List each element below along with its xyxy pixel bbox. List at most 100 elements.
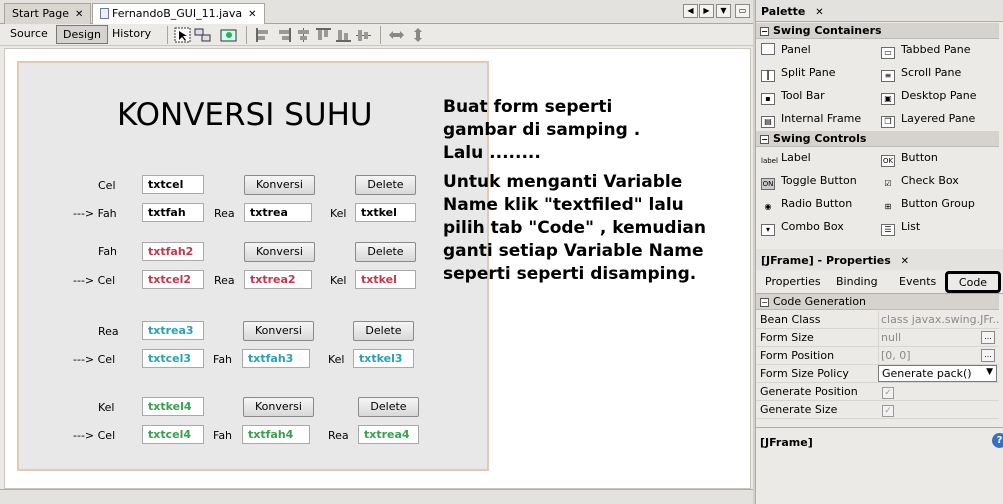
txtfah2-field[interactable]: txtfah2 [142,242,204,261]
property-row-form-position[interactable]: Form Position [0, 0]... [756,347,999,365]
help-icon[interactable]: ? [992,433,1003,448]
palette-item-combo-box[interactable]: ▾ Combo Box [761,220,844,236]
palette-item-tool-bar[interactable]: ▪ Tool Bar [761,89,825,105]
tab-start-page[interactable]: Start Page ✕ [4,3,92,24]
property-row-generate-position[interactable]: Generate Position ✓ [756,383,999,401]
palette-item-layered-pane[interactable]: ❐ Layered Pane [881,112,975,128]
palette-item-tabbed-pane[interactable]: ▭ Tabbed Pane [881,43,970,59]
palette-item-split-pane[interactable]: ┃ Split Pane [761,66,836,82]
txtfah3-field[interactable]: txtfah3 [242,349,310,368]
palette-item-scroll-pane[interactable]: ≡ Scroll Pane [881,66,961,82]
palette-item-desktop-pane[interactable]: ▣ Desktop Pane [881,89,976,105]
center-vertically-icon[interactable] [355,27,372,43]
align-right-icon[interactable] [275,27,292,43]
label-fah[interactable]: Fah [213,429,232,442]
palette-item-button-group[interactable]: ⊞ Button Group [881,197,975,214]
property-row-generate-size[interactable]: Generate Size ✓ [756,401,999,419]
tab-properties[interactable]: Properties [765,275,821,288]
txtcel4-field[interactable]: txtcel4 [142,425,204,444]
txtfah-field[interactable]: txtfah [142,203,204,222]
property-row-bean-class[interactable]: Bean Class class javax.swing.JFr... [756,311,999,329]
txtrea3-field[interactable]: txtrea3 [142,321,204,340]
label-cel-arrow[interactable]: ---> Cel [73,353,115,366]
label-rea[interactable]: Rea [98,325,119,338]
label-rea[interactable]: Rea [328,429,349,442]
tab-code[interactable]: Code [945,271,1001,293]
scroll-left-icon[interactable]: ◀ [683,4,698,18]
history-button[interactable]: History [106,25,157,44]
palette-item-label-control[interactable]: label Label [761,151,811,168]
collapse-icon[interactable]: − [760,135,769,144]
ellipsis-button[interactable]: ... [981,349,995,362]
close-icon[interactable]: ✕ [815,7,823,18]
label-fah[interactable]: Fah [213,353,232,366]
delete-button-2[interactable]: Delete [355,242,416,262]
label-fah[interactable]: Fah [98,245,117,258]
source-button[interactable]: Source [4,25,54,44]
delete-button-1[interactable]: Delete [355,175,416,195]
palette-item-internal-frame[interactable]: ▤ Internal Frame [761,112,861,128]
palette-item-toggle-button[interactable]: ON Toggle Button [761,174,857,190]
delete-button-4[interactable]: Delete [358,397,419,417]
txtcel-field[interactable]: txtcel [142,175,204,194]
txtkel3-field[interactable]: txtkel3 [353,349,414,368]
preview-design-icon[interactable] [220,27,237,43]
align-bottom-icon[interactable] [335,27,352,43]
form-title[interactable]: KONVERSI SUHU [117,97,373,133]
label-kel[interactable]: Kel [98,401,115,414]
resize-vertical-icon[interactable] [410,27,427,43]
selection-mode-icon[interactable] [174,27,191,43]
collapse-icon[interactable]: − [760,298,769,307]
chevron-down-icon[interactable]: ▼ [986,367,993,377]
txtrea-field[interactable]: txtrea [244,203,312,222]
delete-button-3[interactable]: Delete [353,321,414,341]
label-kel[interactable]: Kel [328,353,345,366]
jframe-form[interactable]: KONVERSI SUHU Cel txtcel Konversi Delete… [17,61,489,471]
txtfah4-field[interactable]: txtfah4 [242,425,310,444]
tab-fernandob-gui[interactable]: FernandoB_GUI_11.java ✕ [92,3,265,25]
generate-size-checkbox[interactable]: ✓ [882,405,894,417]
property-row-form-size[interactable]: Form Size null... [756,329,999,347]
konversi-button-4[interactable]: Konversi [243,397,314,417]
label-cel[interactable]: Cel [98,179,116,192]
txtcel3-field[interactable]: txtcel3 [142,349,204,368]
swing-controls-header[interactable]: − Swing Controls [756,131,999,147]
chevron-down-icon[interactable]: ▼ [716,4,731,18]
tab-events[interactable]: Events [899,275,936,288]
konversi-button-2[interactable]: Konversi [244,242,315,262]
txtrea4-field[interactable]: txtrea4 [358,425,419,444]
generate-position-checkbox[interactable]: ✓ [882,387,894,399]
label-rea[interactable]: Rea [214,274,235,287]
connection-mode-icon[interactable] [194,27,211,43]
txtkel-field[interactable]: txtkel [355,203,416,222]
label-cel-arrow[interactable]: ---> Cel [73,429,115,442]
txtcel2-field[interactable]: txtcel2 [142,270,204,289]
close-icon[interactable]: ✕ [75,9,83,20]
txtkel4-field[interactable]: txtkel4 [142,397,204,416]
align-left-icon[interactable] [255,27,272,43]
palette-item-check-box[interactable]: ☑ Check Box [881,174,958,191]
palette-item-button[interactable]: OK Button [881,151,938,167]
collapse-icon[interactable]: − [760,27,769,36]
tab-binding[interactable]: Binding [836,275,878,288]
label-cel-arrow[interactable]: ---> Cel [73,274,115,287]
align-top-icon[interactable] [315,27,332,43]
label-rea[interactable]: Rea [214,207,235,220]
label-kel[interactable]: Kel [330,207,347,220]
maximize-icon[interactable]: ▭ [735,4,750,18]
close-icon[interactable]: ✕ [248,9,256,20]
konversi-button-3[interactable]: Konversi [243,321,314,341]
ellipsis-button[interactable]: ... [981,331,995,344]
form-size-policy-select[interactable]: Generate pack() ▼ [878,365,997,382]
design-button[interactable]: Design [56,25,108,44]
txtkel2-field[interactable]: txtkel [355,270,416,289]
label-kel[interactable]: Kel [330,274,347,287]
code-generation-header[interactable]: − Code Generation [756,294,999,310]
resize-horizontal-icon[interactable] [388,27,405,43]
txtrea2-field[interactable]: txtrea2 [244,270,312,289]
palette-item-list[interactable]: ☰ List [881,220,920,236]
close-icon[interactable]: ✕ [901,256,909,267]
konversi-button-1[interactable]: Konversi [244,175,315,195]
swing-containers-header[interactable]: − Swing Containers [756,23,999,39]
center-horizontally-icon[interactable] [295,27,312,43]
